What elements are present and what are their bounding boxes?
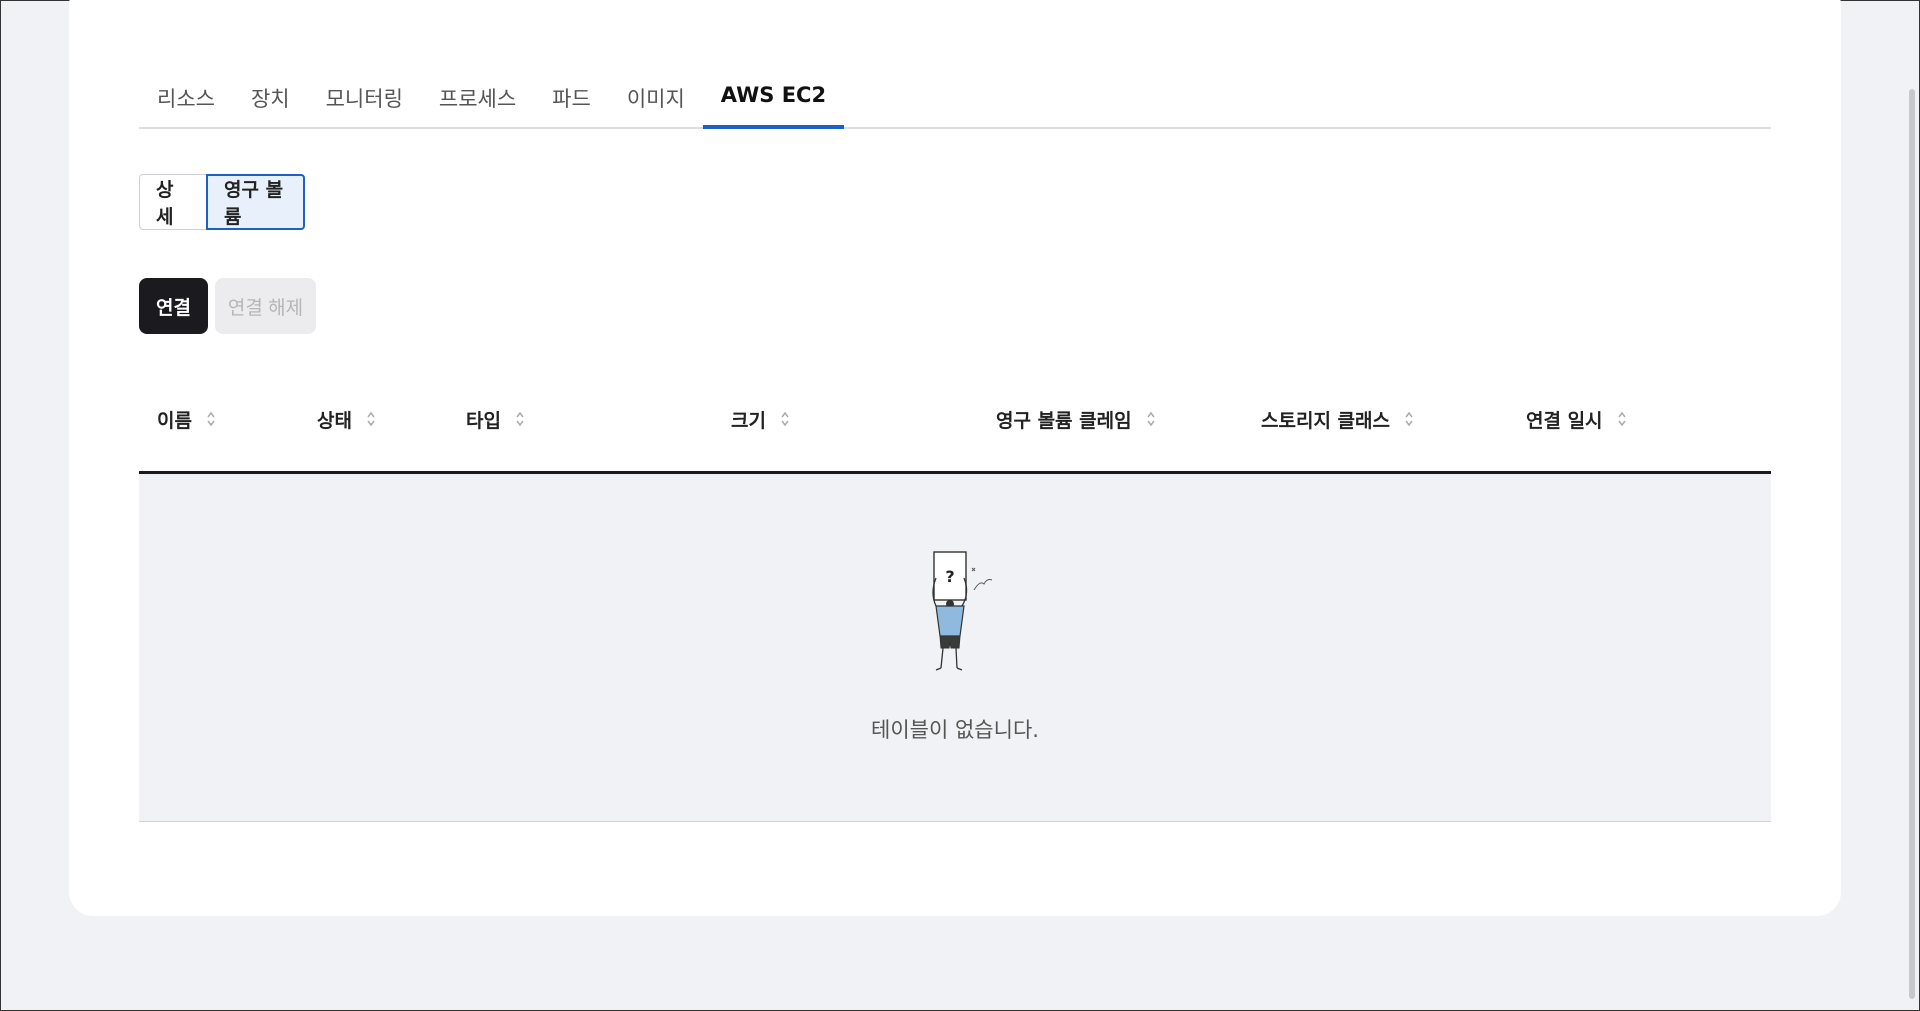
disconnect-button: 연결 해제 (215, 278, 316, 334)
segment-detail-button[interactable]: 상세 (139, 174, 206, 230)
empty-state-message: 테이블이 없습니다. (871, 718, 1039, 742)
column-label: 이름 (157, 409, 192, 432)
column-label: 연결 일시 (1526, 409, 1603, 432)
tab-processes[interactable]: 프로세스 (421, 73, 534, 125)
connect-button[interactable]: 연결 (139, 278, 208, 334)
column-header-type[interactable]: 타입 (466, 391, 525, 447)
sort-icon (1617, 411, 1626, 427)
table-header: 이름 상태 타입 크기 영구 볼륨 클레임 스토리지 클래스 연결 일시 (139, 391, 1771, 474)
sort-icon (1146, 411, 1155, 427)
tab-monitoring[interactable]: 모니터링 (308, 73, 421, 125)
column-header-storage-class[interactable]: 스토리지 클래스 (1261, 391, 1414, 447)
column-header-name[interactable]: 이름 (157, 391, 216, 447)
tab-aws-ec2[interactable]: AWS EC2 (702, 73, 845, 129)
sort-icon (207, 411, 215, 427)
empty-state-illustration: ? (932, 551, 993, 671)
column-label: 타입 (466, 409, 501, 432)
column-header-attached-at[interactable]: 연결 일시 (1526, 391, 1627, 447)
tab-pods[interactable]: 파드 (534, 73, 609, 125)
action-toolbar: 연결 연결 해제 (139, 278, 316, 334)
tab-devices[interactable]: 장치 (233, 73, 308, 125)
column-label: 스토리지 클래스 (1261, 409, 1390, 432)
tab-bar: 리소스 장치 모니터링 프로세스 파드 이미지 AWS EC2 (139, 73, 1771, 129)
column-label: 상태 (317, 409, 352, 432)
column-header-status[interactable]: 상태 (317, 391, 376, 447)
column-header-pvc[interactable]: 영구 볼륨 클레임 (996, 391, 1156, 447)
sort-icon (367, 411, 375, 427)
column-label: 영구 볼륨 클레임 (996, 409, 1132, 432)
view-segment-control: 상세 영구 볼륨 (139, 174, 305, 230)
sort-icon (781, 411, 789, 427)
column-header-size[interactable]: 크기 (731, 391, 790, 447)
column-label: 크기 (731, 409, 766, 432)
svg-text:?: ? (945, 567, 954, 586)
scrollbar[interactable] (1909, 89, 1915, 999)
tab-images[interactable]: 이미지 (609, 73, 703, 125)
sort-icon (1405, 411, 1413, 427)
sort-icon (516, 411, 524, 427)
tab-resources[interactable]: 리소스 (139, 73, 233, 125)
segment-persistent-volume-button[interactable]: 영구 볼륨 (206, 174, 305, 230)
table-body-empty: ? 테이블이 없습니다. (139, 474, 1771, 822)
